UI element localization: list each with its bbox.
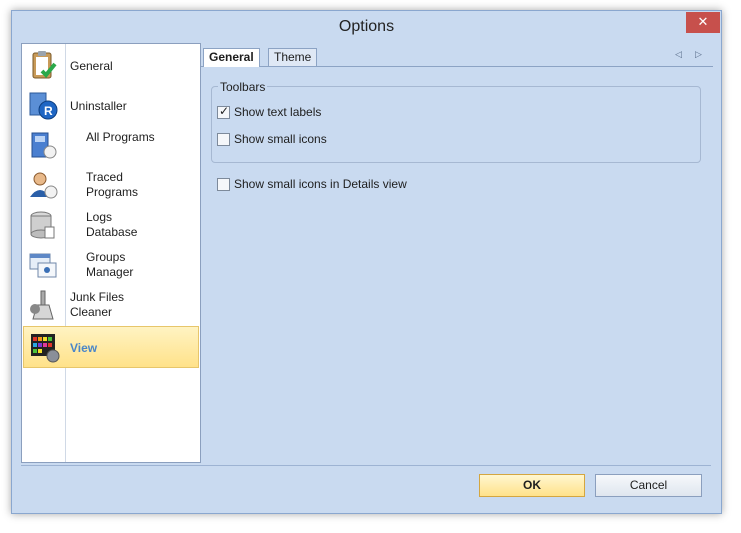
nav-label-general: General	[70, 59, 113, 73]
tab-scroll-left-icon[interactable]: ◁	[675, 49, 682, 60]
nav-item-uninstaller[interactable]: R Uninstaller	[23, 85, 198, 125]
tab-scroll-right-icon[interactable]: ▷	[695, 49, 702, 60]
nav-item-all-programs[interactable]: All Programs	[23, 125, 198, 165]
toolbars-group	[211, 86, 701, 163]
nav-item-groups-manager[interactable]: Groups Manager	[23, 245, 198, 285]
user-trace-icon	[30, 172, 58, 199]
nav-item-general[interactable]: General	[23, 45, 198, 85]
tab-general[interactable]: General	[203, 48, 260, 67]
small-icons-details-label: Show small icons in Details view	[234, 177, 407, 191]
nav-label-uninstaller: Uninstaller	[70, 99, 127, 113]
show-small-icons-checkbox[interactable]	[217, 133, 230, 146]
tab-bar: General Theme ◁ ▷	[201, 45, 713, 67]
small-icons-details-checkbox[interactable]	[217, 178, 230, 191]
view-palette-icon	[31, 334, 60, 363]
nav-label-all-programs: All Programs	[86, 130, 155, 144]
nav-label-traced-programs: Traced Programs	[86, 170, 139, 199]
broom-icon	[30, 290, 54, 320]
title-bar: Options ✕	[12, 11, 721, 43]
nav-label-groups-manager: Groups Manager	[86, 250, 134, 279]
tab-theme[interactable]: Theme	[268, 48, 318, 66]
nav-label-junk-files-cleaner: Junk Files Cleaner	[70, 290, 125, 319]
options-nav: General R Uninstaller All Programs Trace…	[21, 43, 201, 463]
show-text-labels-checkbox[interactable]: ✓	[217, 104, 230, 119]
close-icon[interactable]: ✕	[686, 12, 720, 33]
database-icon	[30, 211, 55, 239]
toolbars-group-title: Toolbars	[218, 80, 268, 94]
show-text-labels-label: Show text labels	[234, 105, 322, 119]
groups-icon	[29, 253, 57, 278]
checkmark-icon: ✓	[219, 104, 230, 118]
options-window: Options ✕ General R Uninstaller All Prog…	[11, 10, 722, 514]
window-title: Options	[338, 18, 395, 35]
programs-icon	[31, 132, 57, 159]
ok-button[interactable]: OK	[479, 474, 585, 497]
nav-item-junk-files-cleaner[interactable]: Junk Files Cleaner	[23, 285, 198, 325]
footer-divider	[21, 465, 711, 466]
cancel-button[interactable]: Cancel	[595, 474, 702, 497]
nav-label-logs-database: Logs Database	[86, 210, 138, 239]
nav-item-view[interactable]: View	[23, 326, 199, 368]
show-small-icons-label: Show small icons	[234, 132, 327, 146]
nav-item-logs-database[interactable]: Logs Database	[23, 205, 198, 245]
nav-item-traced-programs[interactable]: Traced Programs	[23, 165, 198, 205]
clipboard-check-icon	[32, 51, 57, 79]
nav-label-view: View	[70, 341, 98, 355]
uninstaller-icon: R	[29, 92, 58, 120]
svg-text:R: R	[44, 104, 53, 118]
